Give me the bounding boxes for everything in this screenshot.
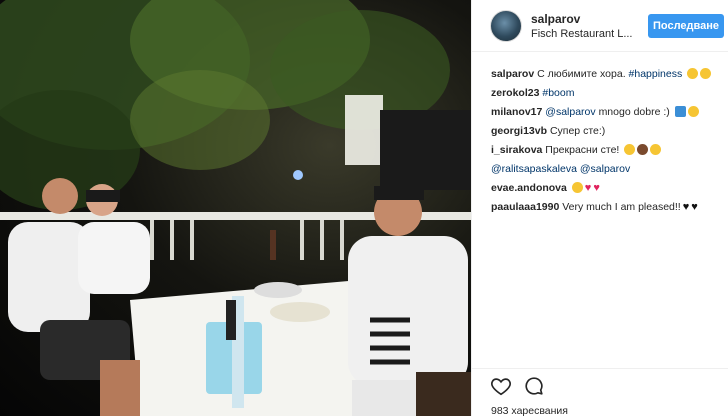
comment: georgi13vb Супер сте:) bbox=[491, 125, 725, 144]
clap-emoji-icon bbox=[687, 106, 699, 117]
smile-emoji-icon bbox=[687, 68, 699, 79]
post-location[interactable]: Fisch Restaurant L... bbox=[531, 28, 633, 40]
comment: paaulaaa1990 Very much I am pleased!! ♥ ♥ bbox=[491, 201, 725, 220]
mention-link[interactable]: @ralitsapaskaleva bbox=[491, 163, 577, 175]
red-heart-emoji-icon: ♥ bbox=[593, 182, 600, 194]
hug-emoji-icon bbox=[650, 144, 662, 155]
comment-text: Супер сте:) bbox=[549, 125, 606, 137]
comment-text: Very much I am pleased!! bbox=[562, 201, 681, 213]
comment-text: С любимите хора. bbox=[537, 68, 626, 80]
post-side-panel: salparov Fisch Restaurant L... Последван… bbox=[471, 0, 728, 416]
comment-username[interactable]: paaulaaa1990 bbox=[491, 201, 559, 213]
comment: @ralitsapaskaleva @salparov bbox=[491, 163, 725, 182]
heart-outline-icon[interactable] bbox=[490, 375, 512, 397]
comment-username[interactable]: evae.andonova bbox=[491, 182, 567, 194]
heart-eyes-emoji-icon bbox=[571, 182, 583, 193]
hashtag-link[interactable]: #boom bbox=[542, 87, 574, 99]
likes-count[interactable]: 983 харесвания bbox=[491, 405, 568, 416]
comment: i_sirakova Прекрасни сте! bbox=[491, 144, 725, 163]
comment: milanov17 @salparov mnogo dobre :) bbox=[491, 106, 725, 125]
comment-username[interactable]: i_sirakova bbox=[491, 144, 542, 156]
photo-scene bbox=[0, 0, 471, 416]
post-header: salparov Fisch Restaurant L... Последван… bbox=[472, 0, 728, 52]
hashtag-link[interactable]: #happiness bbox=[629, 68, 683, 80]
comment: evae.andonova ♥ ♥ bbox=[491, 182, 725, 201]
comment: salparov С любимите хора. #happiness bbox=[491, 68, 725, 87]
mention-link[interactable]: @salparov bbox=[580, 163, 630, 175]
black-heart-emoji-icon: ♥ bbox=[691, 201, 698, 213]
heart-eyes-emoji-icon bbox=[624, 144, 636, 155]
comment-username[interactable]: georgi13vb bbox=[491, 125, 547, 137]
comment-text: mnogo dobre :) bbox=[598, 106, 670, 118]
mention-link[interactable]: @salparov bbox=[545, 106, 595, 118]
follow-button[interactable]: Последване bbox=[648, 14, 724, 38]
monkey-emoji-icon bbox=[637, 144, 649, 155]
heart-eyes-emoji-icon bbox=[700, 68, 712, 79]
avatar[interactable] bbox=[490, 10, 522, 42]
speech-bubble-icon[interactable] bbox=[523, 375, 545, 397]
comments-list: salparov С любимите хора. #happiness zer… bbox=[491, 68, 725, 220]
post-username[interactable]: salparov bbox=[531, 12, 580, 26]
comment-username[interactable]: salparov bbox=[491, 68, 534, 80]
red-heart-emoji-icon: ♥ bbox=[584, 182, 592, 194]
comment: zerokol23 #boom bbox=[491, 87, 725, 106]
black-heart-emoji-icon: ♥ bbox=[682, 201, 690, 213]
post-photo[interactable] bbox=[0, 0, 471, 416]
comment-text: Прекрасни сте! bbox=[545, 144, 620, 156]
post-actions: 983 харесвания bbox=[472, 368, 728, 416]
comment-username[interactable]: milanov17 bbox=[491, 106, 542, 118]
comment-username[interactable]: zerokol23 bbox=[491, 87, 539, 99]
down-arrow-emoji-icon bbox=[674, 106, 686, 117]
